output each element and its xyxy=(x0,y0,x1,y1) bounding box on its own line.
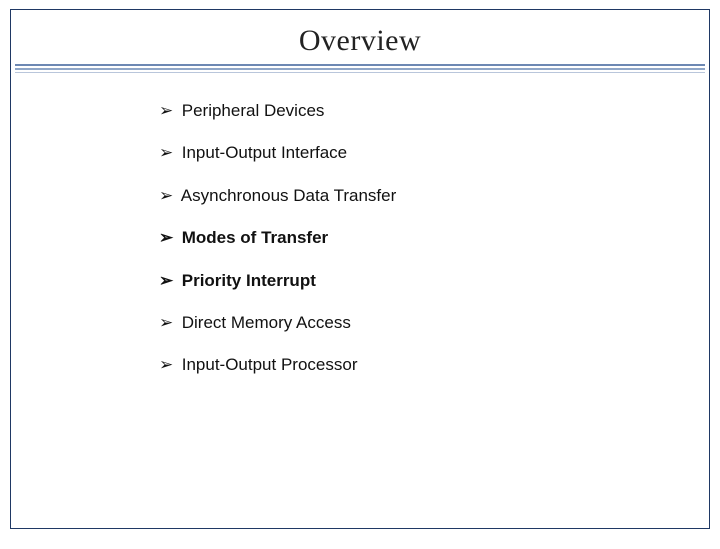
list-item: ➢ Input-Output Interface xyxy=(159,143,709,163)
list-item: ➢ Priority Interrupt xyxy=(159,271,709,291)
slide-frame: Overview ➢ Peripheral Devices ➢ Input-Ou… xyxy=(10,9,710,529)
list-item: ➢ Direct Memory Access xyxy=(159,313,709,333)
bullet-icon: ➢ xyxy=(159,101,177,121)
list-item-label: Asynchronous Data Transfer xyxy=(181,186,396,205)
bullet-icon: ➢ xyxy=(159,228,177,248)
slide-title: Overview xyxy=(299,24,421,57)
list-item: ➢ Modes of Transfer xyxy=(159,228,709,248)
bullet-icon: ➢ xyxy=(159,143,177,163)
bullet-icon: ➢ xyxy=(159,271,177,291)
bullet-icon: ➢ xyxy=(159,313,177,333)
title-underline xyxy=(15,64,705,73)
list-item-label: Input-Output Interface xyxy=(182,143,347,162)
bullet-icon: ➢ xyxy=(159,355,177,375)
bullet-list: ➢ Peripheral Devices ➢ Input-Output Inte… xyxy=(11,73,709,376)
list-item: ➢ Peripheral Devices xyxy=(159,101,709,121)
title-area: Overview xyxy=(11,10,709,64)
bullet-icon: ➢ xyxy=(159,186,177,206)
list-item-label: Input-Output Processor xyxy=(182,355,358,374)
list-item: ➢ Asynchronous Data Transfer xyxy=(159,186,709,206)
list-item-label: Priority Interrupt xyxy=(182,271,316,290)
list-item-label: Peripheral Devices xyxy=(182,101,325,120)
list-item: ➢ Input-Output Processor xyxy=(159,355,709,375)
list-item-label: Direct Memory Access xyxy=(182,313,351,332)
list-item-label: Modes of Transfer xyxy=(182,228,328,247)
